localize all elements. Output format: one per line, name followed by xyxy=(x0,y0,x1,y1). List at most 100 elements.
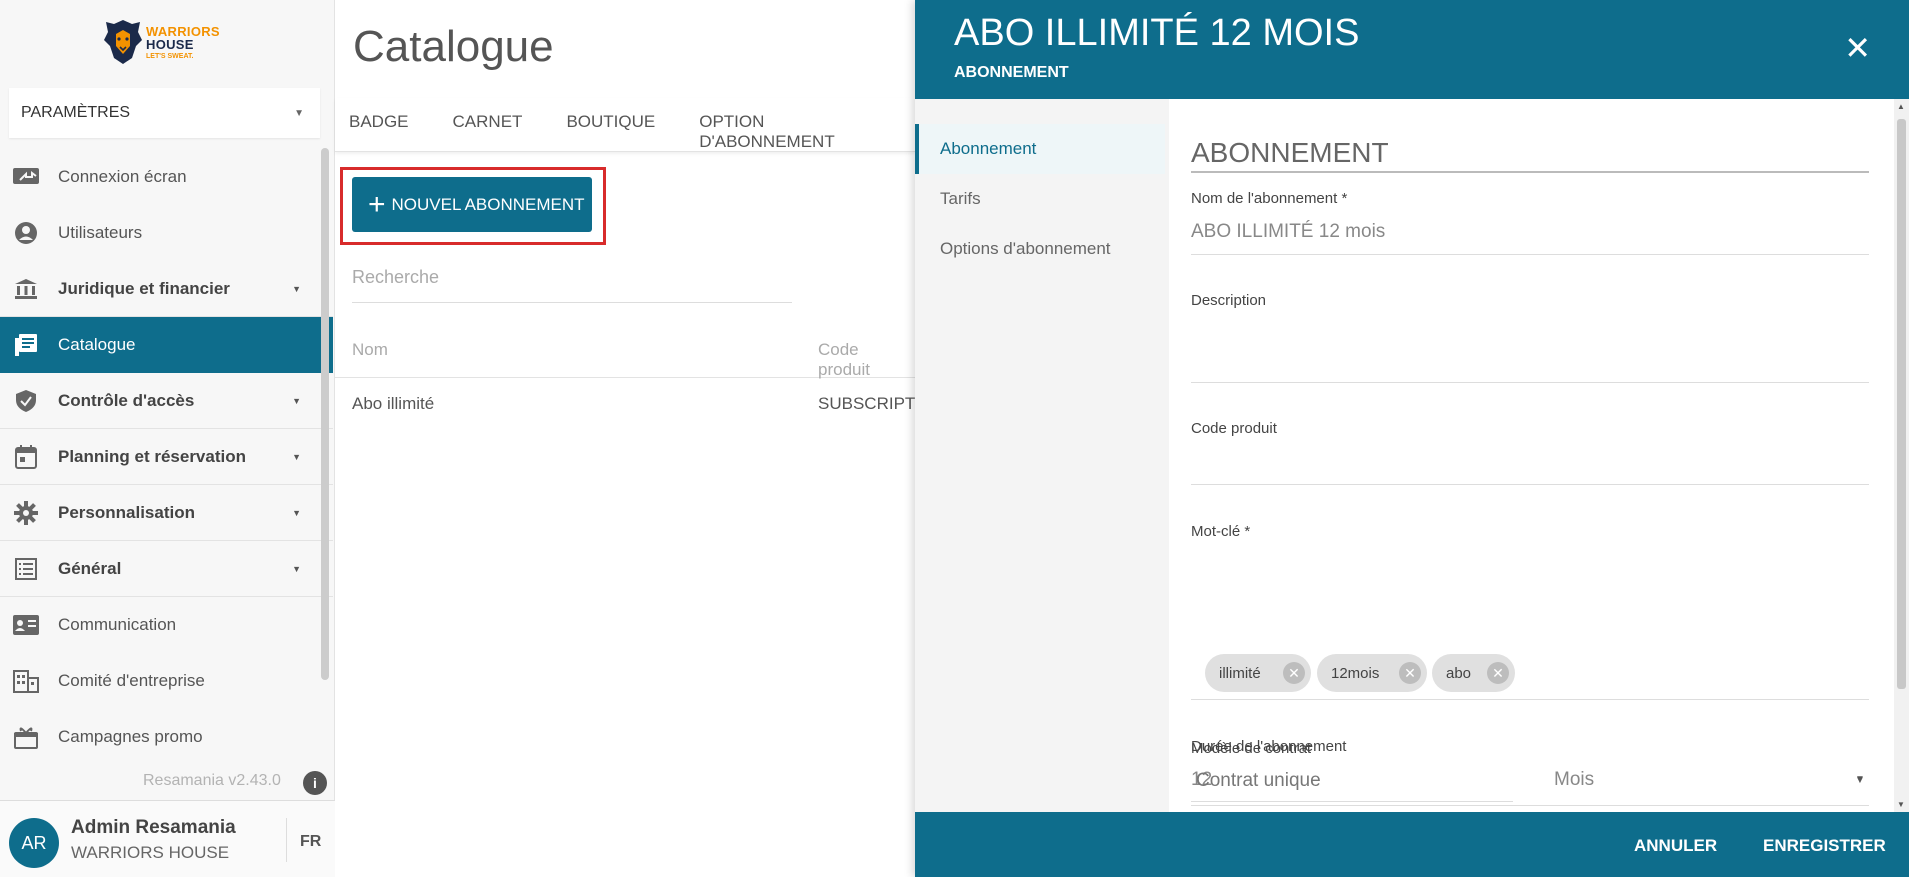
name-field[interactable]: ABO ILLIMITÉ 12 mois xyxy=(1191,221,1385,243)
remove-chip-icon[interactable]: ✕ xyxy=(1399,662,1421,684)
sidebar-item-label: Planning et réservation xyxy=(58,446,246,466)
table-row[interactable]: Abo illimité SUBSCRIPTI xyxy=(335,380,920,428)
sidebar-nav: Connexion écran Utilisateurs Juridique e… xyxy=(0,149,333,765)
avatar[interactable]: AR xyxy=(9,818,59,868)
new-subscription-button[interactable]: + NOUVEL ABONNEMENT xyxy=(352,177,592,232)
drawer-header: ABO ILLIMITÉ 12 MOIS ABONNEMENT ✕ xyxy=(915,0,1909,99)
sidebar-item-label: Comité d'entreprise xyxy=(58,670,205,690)
sidebar-item-utilisateurs[interactable]: Utilisateurs xyxy=(0,205,333,261)
user-name: Admin Resamania xyxy=(71,817,236,838)
scroll-up-icon[interactable]: ▲ xyxy=(1897,102,1905,111)
keyword-chip[interactable]: abo ✕ xyxy=(1432,654,1515,692)
drawer-footer: ANNULER ENREGISTRER xyxy=(915,812,1909,877)
sidebar-item-label: Personnalisation xyxy=(58,502,195,522)
info-icon[interactable]: i xyxy=(303,771,327,795)
section-select[interactable]: PARAMÈTRES ▼ xyxy=(9,88,320,138)
chip-label: illimité xyxy=(1219,664,1261,682)
user-organization: WARRIORS HOUSE xyxy=(71,843,230,862)
drawer-scrollbar[interactable]: ▲ ▼ xyxy=(1894,99,1909,812)
contract-field-group: Modèle de contrat Contrat unique ▼ xyxy=(1169,730,1869,812)
search-input[interactable]: Recherche xyxy=(352,267,792,303)
sidebar-item-controle-acces[interactable]: Contrôle d'accès ▼ xyxy=(0,373,333,429)
main-content: Catalogue BADGE CARNET BOUTIQUE OPTION D… xyxy=(335,0,920,877)
plus-icon: + xyxy=(368,187,386,221)
code-field[interactable] xyxy=(1191,449,1869,485)
gear-icon xyxy=(12,500,40,525)
description-label: Description xyxy=(1191,292,1267,309)
sidebar-item-label: Général xyxy=(58,558,122,578)
keyword-chip[interactable]: 12mois ✕ xyxy=(1317,654,1427,692)
chevron-down-icon: ▼ xyxy=(1855,775,1865,786)
close-icon[interactable]: ✕ xyxy=(1844,32,1871,64)
divider xyxy=(286,818,287,862)
code-label: Code produit xyxy=(1191,420,1277,437)
sidebar-item-personnalisation[interactable]: Personnalisation ▼ xyxy=(0,485,333,541)
brand-name-line1: WARRIORS xyxy=(146,23,220,39)
keyword-chip[interactable]: illimité ✕ xyxy=(1205,654,1311,692)
chevron-down-icon: ▼ xyxy=(292,451,301,462)
sidebar-item-juridique[interactable]: Juridique et financier ▼ xyxy=(0,261,333,317)
divider xyxy=(1191,699,1869,700)
new-subscription-label: NOUVEL ABONNEMENT xyxy=(391,194,585,214)
drawer-body: Abonnement Tarifs Options d'abonnement A… xyxy=(915,99,1909,812)
save-button[interactable]: ENREGISTRER xyxy=(1763,836,1886,856)
remove-chip-icon[interactable]: ✕ xyxy=(1283,662,1305,684)
language-switch[interactable]: FR xyxy=(300,833,321,851)
lion-logo-icon xyxy=(102,18,144,66)
sidebar-item-label: Campagnes promo xyxy=(58,726,203,746)
sidebar-scrollbar[interactable] xyxy=(321,148,329,680)
list-icon xyxy=(12,557,40,581)
contact-card-icon xyxy=(12,613,40,637)
form-panel: ABONNEMENT Nom de l'abonnement * ABO ILL… xyxy=(1169,99,1894,812)
building-icon xyxy=(12,669,40,693)
side-tab-options[interactable]: Options d'abonnement xyxy=(915,224,1165,274)
scroll-down-icon[interactable]: ▼ xyxy=(1897,800,1905,809)
side-tab-abonnement[interactable]: Abonnement xyxy=(915,124,1165,174)
scrollbar-thumb[interactable] xyxy=(1897,119,1906,689)
divider xyxy=(1191,254,1869,255)
remove-chip-icon[interactable]: ✕ xyxy=(1487,662,1509,684)
sidebar-item-planning[interactable]: Planning et réservation ▼ xyxy=(0,429,333,485)
user-icon xyxy=(12,221,40,245)
sidebar-item-label: Connexion écran xyxy=(58,166,187,186)
chip-label: 12mois xyxy=(1331,664,1380,682)
column-header-code-produit[interactable]: Code produit xyxy=(818,340,915,380)
chevron-down-icon: ▼ xyxy=(292,283,301,294)
user-bar: AR Admin Resamania WARRIORS HOUSE FR xyxy=(0,800,335,877)
table-header: Nom Code produit xyxy=(335,330,915,380)
chevron-down-icon: ▼ xyxy=(292,395,301,406)
brand-tagline: LET'S SWEAT. xyxy=(146,52,194,60)
bank-icon xyxy=(12,277,40,301)
contract-select[interactable]: Contrat unique xyxy=(1196,770,1321,792)
section-title: ABONNEMENT xyxy=(1191,137,1869,173)
tab-option-abonnement[interactable]: OPTION D'ABONNEMENT xyxy=(699,98,885,151)
gift-icon xyxy=(12,725,40,749)
chevron-down-icon: ▼ xyxy=(292,507,301,518)
sidebar-item-general[interactable]: Général ▼ xyxy=(0,541,333,597)
app-window: WARRIORS HOUSE LET'S SWEAT. PARAMÈTRES ▼… xyxy=(0,0,1909,877)
brand-logo: WARRIORS HOUSE LET'S SWEAT. xyxy=(102,16,228,68)
row-name: Abo illimité xyxy=(352,394,435,413)
contract-label: Modèle de contrat xyxy=(1191,740,1312,757)
sidebar-item-campagnes-promo[interactable]: Campagnes promo xyxy=(0,709,333,765)
page-title: Catalogue xyxy=(353,22,554,71)
sidebar-item-comite-entreprise[interactable]: Comité d'entreprise xyxy=(0,653,333,709)
shield-icon xyxy=(12,389,40,413)
column-header-nom[interactable]: Nom xyxy=(352,340,388,360)
drawer-side-tabs: Abonnement Tarifs Options d'abonnement xyxy=(915,124,1165,274)
keyword-label: Mot-clé * xyxy=(1191,523,1251,540)
chevron-down-icon: ▼ xyxy=(294,107,304,119)
description-field[interactable] xyxy=(1191,343,1869,383)
row-code: SUBSCRIPTI xyxy=(818,394,921,413)
cancel-button[interactable]: ANNULER xyxy=(1634,836,1717,856)
sidebar-item-communication[interactable]: Communication xyxy=(0,597,333,653)
tab-carnet[interactable]: CARNET xyxy=(453,98,523,151)
side-tab-tarifs[interactable]: Tarifs xyxy=(915,174,1165,224)
chevron-down-icon: ▼ xyxy=(292,563,301,574)
tab-badge[interactable]: BADGE xyxy=(349,98,409,151)
tab-boutique[interactable]: BOUTIQUE xyxy=(566,98,655,151)
sidebar: WARRIORS HOUSE LET'S SWEAT. PARAMÈTRES ▼… xyxy=(0,0,335,877)
screen-share-icon xyxy=(12,165,40,189)
sidebar-item-connexion-ecran[interactable]: Connexion écran xyxy=(0,149,333,205)
sidebar-item-catalogue[interactable]: Catalogue xyxy=(0,317,333,373)
